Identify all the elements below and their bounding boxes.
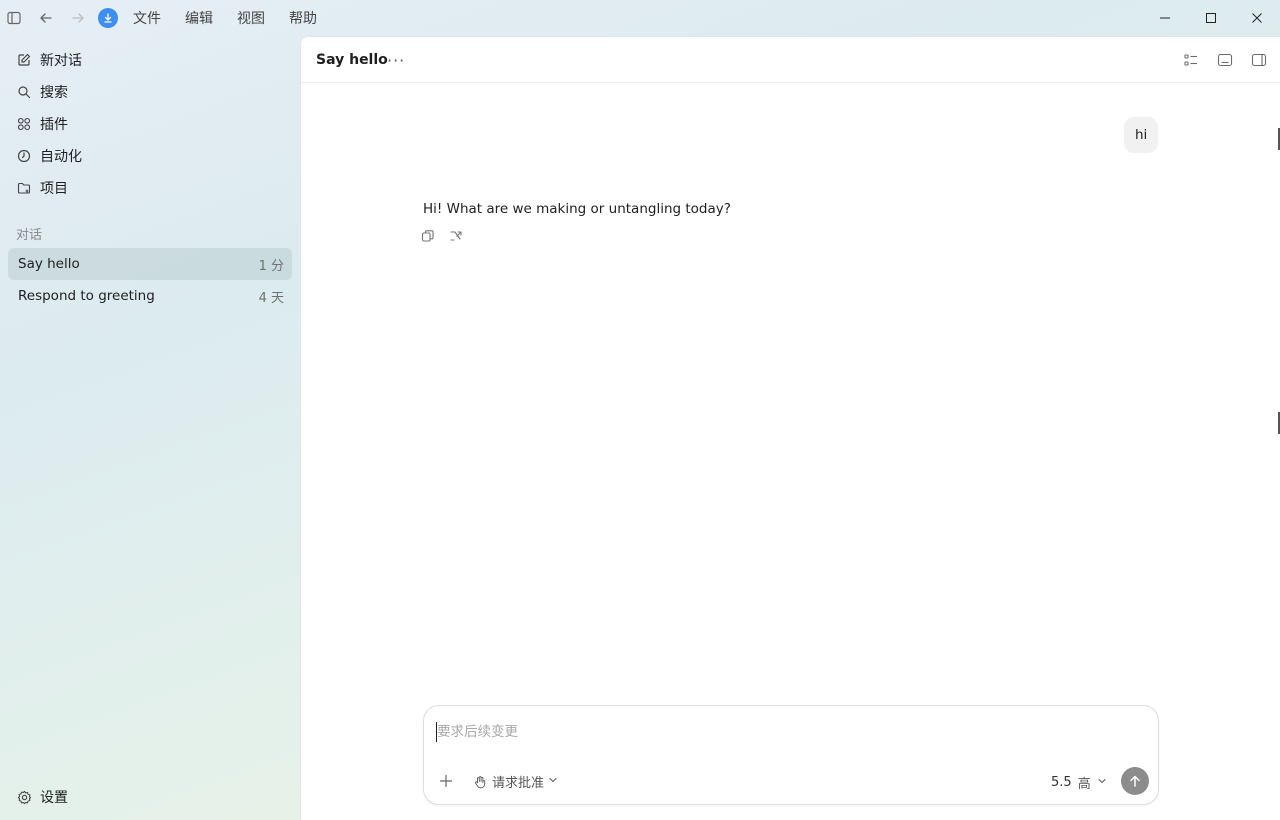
- sidebar-item-label: 新对话: [40, 53, 82, 69]
- sidebar-item-projects[interactable]: 项目: [16, 176, 68, 200]
- sidebar-item-label: 插件: [40, 117, 68, 133]
- menu-bar: 文件 编辑 视图 帮助: [133, 8, 341, 28]
- sidebar-item-new-chat[interactable]: 新对话: [16, 48, 82, 72]
- approval-mode-dropdown[interactable]: 请求批准: [473, 772, 558, 791]
- sidebar-item-plugins[interactable]: 插件: [16, 112, 68, 136]
- page-title: Say hello: [316, 52, 388, 68]
- sidebar-toggle-icon[interactable]: [6, 10, 22, 26]
- arrow-up-icon: [1128, 774, 1142, 788]
- gear-icon: [16, 789, 32, 805]
- settings-button[interactable]: 设置: [16, 785, 68, 809]
- conversation-time: 4 天: [258, 290, 284, 306]
- forward-arrow-icon[interactable]: [70, 10, 86, 26]
- chevron-down-icon: [548, 774, 558, 789]
- sidebar-item-label: 项目: [40, 181, 68, 197]
- maximize-icon[interactable]: [1188, 0, 1234, 36]
- search-icon: [16, 84, 32, 100]
- message-composer: 请求批准 5.5 高: [423, 705, 1159, 805]
- main-panel: Say hello ··· hi Hi! What are we making …: [300, 36, 1280, 820]
- approval-mode-label: 请求批准: [492, 776, 545, 791]
- add-attachment-icon[interactable]: [439, 774, 453, 788]
- sidebar-item-search[interactable]: 搜索: [16, 80, 68, 104]
- settings-label: 设置: [40, 790, 68, 806]
- sidebar-item-label: 自动化: [40, 149, 82, 165]
- download-update-icon[interactable]: [98, 8, 118, 28]
- more-options-button[interactable]: ···: [387, 51, 405, 70]
- minimize-icon[interactable]: [1142, 0, 1188, 36]
- conversations-section-label: 对话: [16, 228, 43, 243]
- branch-icon[interactable]: [449, 229, 463, 243]
- conversation-title: Respond to greeting: [18, 288, 155, 304]
- title-bar: 文件 编辑 视图 帮助: [0, 0, 1280, 36]
- window-controls: [1142, 0, 1280, 36]
- conversation-item-say-hello[interactable]: Say hello 1 分: [8, 248, 292, 280]
- menu-view[interactable]: 视图: [237, 8, 265, 28]
- clock-icon: [16, 148, 32, 164]
- chevron-down-icon: [1097, 775, 1107, 790]
- close-icon[interactable]: [1234, 0, 1280, 36]
- compose-icon: [16, 52, 32, 68]
- sidebar-item-automation[interactable]: 自动化: [16, 144, 82, 168]
- folder-plus-icon: [16, 180, 32, 196]
- sidebar-item-label: 搜索: [40, 85, 68, 101]
- conversation-title: Say hello: [18, 256, 80, 272]
- hand-icon: [473, 775, 487, 789]
- menu-edit[interactable]: 编辑: [185, 8, 213, 28]
- bottom-panel-toggle-icon[interactable]: [1217, 52, 1233, 68]
- back-arrow-icon[interactable]: [38, 10, 54, 26]
- model-label: 5.5: [1051, 775, 1072, 790]
- model-selector[interactable]: 5.5 高: [1051, 773, 1107, 792]
- message-input[interactable]: [436, 722, 1136, 742]
- conversation-time: 1 分: [258, 258, 284, 274]
- user-message-text: hi: [1135, 127, 1148, 143]
- menu-help[interactable]: 帮助: [289, 8, 317, 28]
- plugins-grid-icon: [16, 116, 32, 132]
- send-button[interactable]: [1121, 767, 1149, 795]
- conversation-header: Say hello ···: [301, 37, 1280, 83]
- right-panel-toggle-icon[interactable]: [1251, 52, 1267, 68]
- sidebar: 新对话 搜索 插件 自动化 项目 对话 Say hello 1 分 Respon…: [0, 36, 300, 820]
- copy-icon[interactable]: [421, 229, 435, 243]
- menu-file[interactable]: 文件: [133, 8, 161, 28]
- task-list-icon[interactable]: [1183, 52, 1199, 68]
- reasoning-effort-label: 高: [1077, 777, 1091, 792]
- user-message-bubble: hi: [1124, 117, 1159, 153]
- assistant-message-text: Hi! What are we making or untangling tod…: [423, 201, 731, 217]
- conversation-item-respond-to-greeting[interactable]: Respond to greeting 4 天: [8, 280, 292, 312]
